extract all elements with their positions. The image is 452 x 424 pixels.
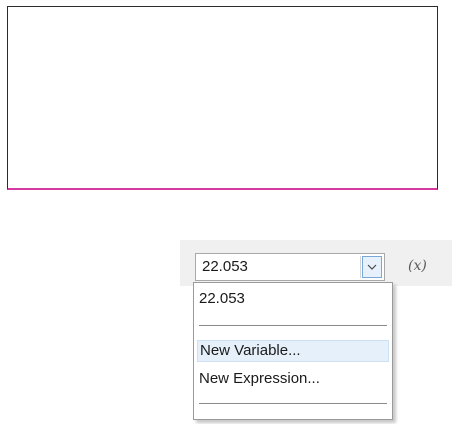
dropdown-arrow-button[interactable]: [362, 256, 382, 278]
combo-divider: [360, 256, 361, 278]
combo-value-text[interactable]: 22.053: [202, 258, 248, 276]
dropdown-item-value[interactable]: 22.053: [197, 288, 389, 310]
dropdown-separator: [199, 325, 387, 326]
expression-fx-button[interactable]: (x): [408, 258, 427, 274]
dropdown-item-new-expression[interactable]: New Expression...: [197, 368, 389, 390]
combo-dropdown-list: 22.053 New Variable... New Expression...: [193, 282, 393, 420]
canvas-area: [7, 6, 438, 190]
dropdown-separator: [199, 403, 387, 404]
dropdown-item-new-variable[interactable]: New Variable...: [197, 340, 389, 362]
value-combo-box[interactable]: 22.053: [195, 253, 385, 281]
chevron-down-icon: [367, 264, 377, 270]
